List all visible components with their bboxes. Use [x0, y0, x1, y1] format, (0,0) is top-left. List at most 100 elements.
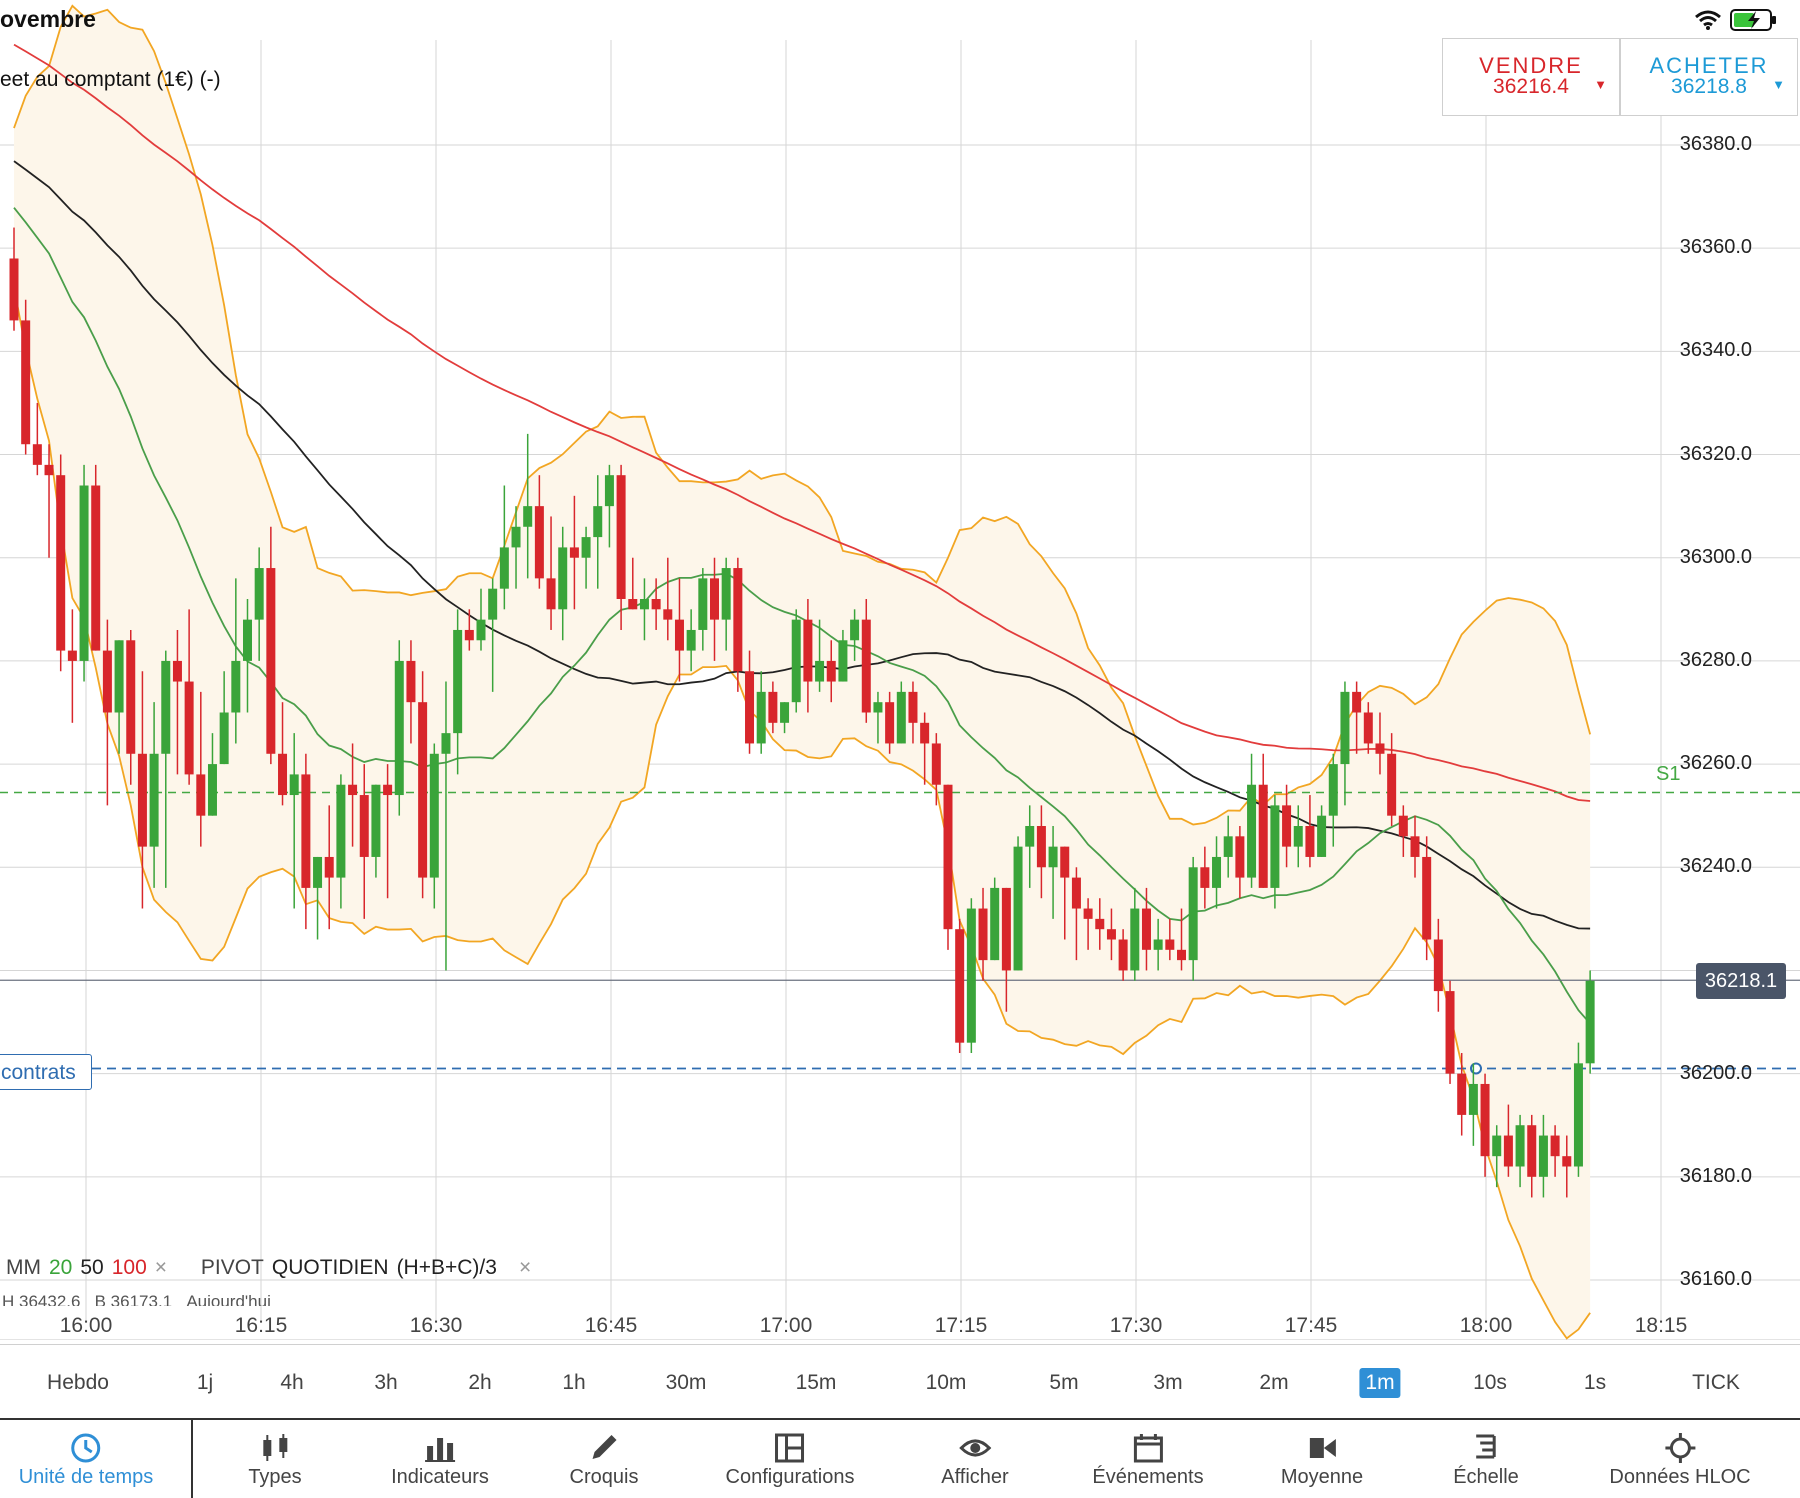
- tool-crosshair[interactable]: Données HLOC: [1609, 1420, 1751, 1498]
- candle-body: [721, 568, 731, 620]
- timeframe-30m[interactable]: 30m: [660, 1368, 713, 1398]
- legend-mm20[interactable]: 20: [49, 1256, 72, 1279]
- candlestick-icon: [262, 1434, 287, 1461]
- timeframe-4h[interactable]: 4h: [274, 1368, 309, 1398]
- legend-mm50[interactable]: 50: [80, 1256, 103, 1279]
- candle-body: [604, 475, 614, 507]
- position-contracts-label[interactable]: contrats: [0, 1054, 92, 1090]
- timeframe-1s[interactable]: 1s: [1578, 1368, 1612, 1398]
- candle-body: [1352, 691, 1362, 713]
- legend-mm[interactable]: MM: [6, 1256, 41, 1279]
- timeframe-3m[interactable]: 3m: [1147, 1368, 1188, 1398]
- timeframe-1h[interactable]: 1h: [556, 1368, 591, 1398]
- candle-body: [126, 640, 136, 754]
- candle-body: [896, 691, 906, 744]
- remove-ma-icon[interactable]: ×: [155, 1256, 167, 1279]
- tool-calendar[interactable]: Événements: [1092, 1420, 1204, 1498]
- candle-body: [674, 619, 684, 651]
- candle-body: [313, 856, 323, 888]
- candle-body: [1515, 1125, 1525, 1167]
- time-tick-label: 17:30: [1109, 1314, 1163, 1337]
- candle-body: [1293, 826, 1303, 847]
- price-tick-label: 36240.0: [1679, 855, 1752, 878]
- timeframe-hebdo[interactable]: Hebdo: [41, 1368, 115, 1398]
- tool-clock[interactable]: Unité de temps: [18, 1420, 154, 1498]
- candle-body: [1410, 836, 1420, 857]
- candle-body: [1235, 836, 1245, 878]
- candle-body: [780, 702, 790, 723]
- time-tick-label: 16:45: [584, 1314, 638, 1337]
- price-chart[interactable]: [0, 0, 1800, 1340]
- tool-bar-chart[interactable]: Indicateurs: [391, 1420, 489, 1498]
- price-tick-label: 36380.0: [1679, 133, 1752, 155]
- chart-area[interactable]: ovembre eet au comptant (1€) (-) VENDRE …: [0, 0, 1800, 1340]
- timeframe-2m[interactable]: 2m: [1253, 1368, 1294, 1398]
- remove-pivot-icon[interactable]: ×: [519, 1256, 531, 1279]
- buy-price: 36218.8: [1671, 75, 1747, 98]
- tool-scale[interactable]: Échelle: [1453, 1420, 1519, 1498]
- position-marker: [1470, 1062, 1482, 1075]
- candle-body: [394, 660, 404, 796]
- candle-body: [1095, 918, 1105, 930]
- candle-body: [1212, 856, 1222, 888]
- candle-body: [149, 753, 159, 847]
- candle-body: [826, 660, 836, 682]
- pencil-icon: [592, 1435, 617, 1459]
- timeframe-tick[interactable]: TICK: [1686, 1368, 1746, 1398]
- instrument-title: eet au comptant (1€) (-): [0, 68, 221, 91]
- tool-layout[interactable]: Configurations: [726, 1420, 854, 1498]
- clock-icon: [71, 1433, 101, 1463]
- tool-pencil[interactable]: Croquis: [570, 1420, 638, 1498]
- candle-body: [978, 908, 988, 961]
- sell-dropdown-icon[interactable]: ▼: [1594, 77, 1607, 92]
- candle-body: [861, 619, 871, 713]
- timeframe-2h[interactable]: 2h: [462, 1368, 497, 1398]
- timeframe-5m[interactable]: 5m: [1043, 1368, 1084, 1398]
- candle-body: [32, 444, 42, 465]
- tool-label: Types: [248, 1466, 302, 1488]
- candle-body: [1223, 836, 1233, 857]
- candle-body: [546, 578, 556, 610]
- candle-body: [102, 650, 112, 713]
- candle-body: [231, 660, 241, 713]
- candle-body: [838, 640, 848, 682]
- legend-pivot-mode[interactable]: QUOTIDIEN: [272, 1256, 389, 1279]
- hloc-day: Aujourd'hui: [186, 1292, 271, 1306]
- candle-body: [1200, 867, 1210, 888]
- candle-body: [172, 660, 182, 682]
- status-date: ovembre: [0, 6, 96, 32]
- timeframe-10m[interactable]: 10m: [920, 1368, 973, 1398]
- timeframe-1j[interactable]: 1j: [191, 1368, 219, 1398]
- time-tick-label: 17:45: [1284, 1314, 1338, 1337]
- candle-body: [593, 506, 603, 538]
- candle-body: [686, 629, 696, 651]
- legend-mm100[interactable]: 100: [112, 1256, 147, 1279]
- candle-body: [943, 784, 953, 930]
- crosshair-icon: [1665, 1433, 1695, 1463]
- sell-button[interactable]: VENDRE 36216.4 ▼: [1442, 38, 1620, 116]
- legend-pivot[interactable]: PIVOT: [201, 1256, 264, 1279]
- buy-dropdown-icon[interactable]: ▼: [1772, 77, 1785, 92]
- legend-pivot-formula[interactable]: (H+B+C)/3: [397, 1256, 497, 1279]
- candle-body: [418, 702, 428, 878]
- candle-body: [1106, 929, 1116, 940]
- tool-video[interactable]: Moyenne: [1281, 1420, 1363, 1498]
- indicator-legend: MM 20 50 100 × PIVOT QUOTIDIEN (H+B+C)/3 ×: [6, 1256, 539, 1280]
- candle-body: [639, 599, 649, 610]
- timeframe-15m[interactable]: 15m: [790, 1368, 843, 1398]
- candle-body: [1153, 939, 1163, 950]
- buy-button[interactable]: ACHETER 36218.8 ▼: [1620, 38, 1798, 116]
- timeframe-3h[interactable]: 3h: [368, 1368, 403, 1398]
- price-tick-label: 36200.0: [1679, 1061, 1752, 1084]
- candle-body: [1282, 805, 1292, 847]
- tool-label: Unité de temps: [18, 1466, 154, 1488]
- candle-body: [1083, 908, 1093, 919]
- tool-eye[interactable]: Afficher: [941, 1420, 1009, 1498]
- timeframe-10s[interactable]: 10s: [1467, 1368, 1513, 1398]
- candle-body: [406, 660, 416, 703]
- candle-body: [1503, 1135, 1513, 1167]
- timeframe-1m[interactable]: 1m: [1359, 1368, 1401, 1398]
- candle-body: [966, 908, 976, 1043]
- tool-candlestick[interactable]: Types: [248, 1420, 302, 1498]
- candle-body: [1538, 1135, 1548, 1177]
